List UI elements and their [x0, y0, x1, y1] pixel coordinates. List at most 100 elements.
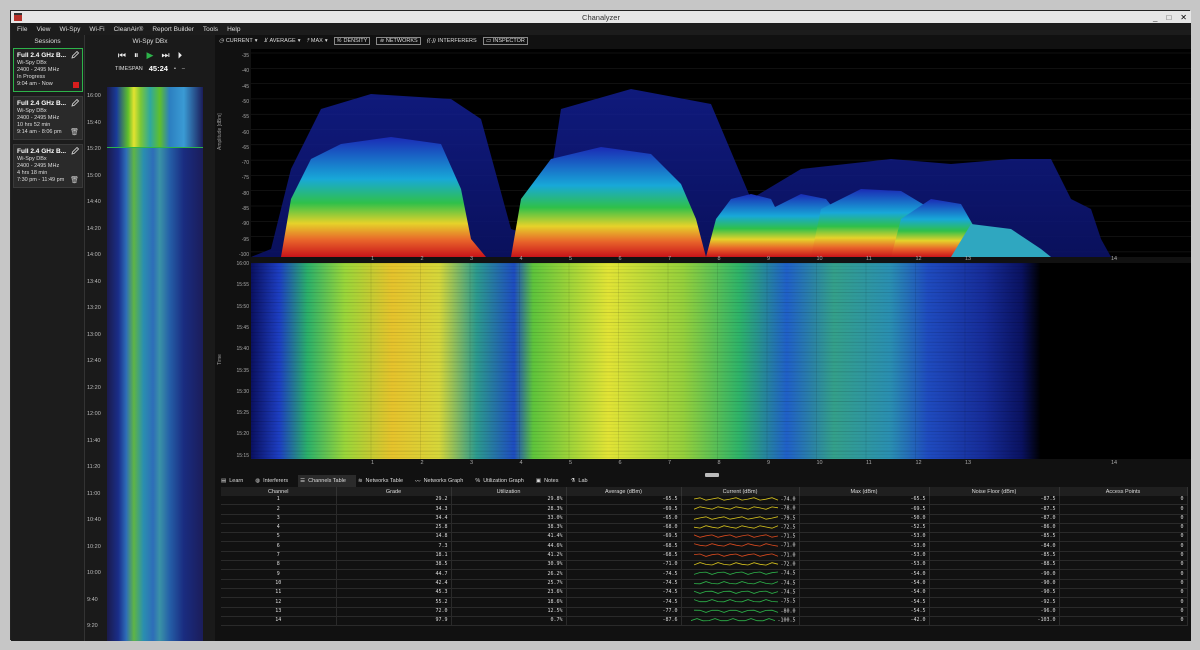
column-header[interactable]: Channel	[221, 487, 337, 496]
ch-cell: 9	[221, 569, 337, 580]
main-panel: ◷ CURRENT ▾ ⊻ AVERAGE ▾ ⤒ MAX ▾ % DENSITY ≋ N…	[215, 35, 1191, 641]
amplitude-tick: -70	[241, 160, 249, 167]
spectrum-density-chart[interactable]	[251, 49, 1191, 257]
column-header[interactable]: Utilization	[451, 487, 567, 496]
session-card[interactable]: Full 2.4 GHz B... Wi-Spy DBx 2400 - 2495…	[13, 96, 83, 140]
table-row[interactable]: 1 29.2 29.8% -65.5 -74.0 -65.5 -87.5 0	[221, 496, 1188, 506]
zoom-out-icon[interactable]: –	[182, 66, 185, 72]
tab-interferers[interactable]: ◍ Interferers	[253, 475, 298, 487]
time-tick: 15:20	[87, 146, 101, 152]
skip-forward-icon[interactable]: ⏵	[178, 50, 183, 61]
table-row[interactable]: 12 55.2 18.6% -74.5 -75.5 -54.5 -92.5 0	[221, 597, 1188, 608]
time-tick: 13:40	[87, 278, 101, 285]
menu-help[interactable]: Help	[227, 26, 240, 33]
zoom-in-icon[interactable]: •	[174, 66, 176, 72]
interferers-icon: ◍	[255, 478, 261, 484]
table-row[interactable]: 5 14.8 41.4% -69.5 -71.5 -53.0 -85.5 0	[221, 532, 1188, 543]
tab-notes[interactable]: ▣ Notes	[534, 475, 569, 487]
column-header[interactable]: Noise Floor (dBm)	[929, 487, 1060, 496]
pencil-icon[interactable]	[71, 147, 79, 155]
time-tick: 12:40	[87, 358, 101, 364]
session-card[interactable]: Full 2.4 GHz B... Wi-Spy DBx 2400 - 2495…	[13, 48, 83, 92]
pencil-icon[interactable]	[71, 99, 79, 107]
nf-cell: -87.5	[929, 504, 1060, 515]
networks-toggle[interactable]: ≋ NETWORKS	[376, 37, 421, 45]
menu-report-builder[interactable]: Report Builder	[152, 26, 194, 33]
table-row[interactable]: 10 42.4 25.7% -74.5 -74.5 -54.0 -90.0 0	[221, 579, 1188, 589]
time-tick: 10:00	[87, 570, 101, 576]
table-row[interactable]: 6 7.3 44.6% -68.5 -71.0 -53.0 -84.0 0	[221, 541, 1188, 552]
table-row[interactable]: 13 72.0 12.5% -77.0 -80.0 -54.5 -96.0 0	[221, 607, 1188, 617]
table-row[interactable]: 2 34.3 28.3% -69.5 -78.0 -69.5 -87.5 0	[221, 504, 1188, 515]
table-row[interactable]: 8 38.5 30.9% -71.0 -72.0 -53.0 -88.5 0	[221, 560, 1188, 571]
average-toggle[interactable]: ⊻ AVERAGE ▾	[263, 38, 300, 44]
ch-cell: 12	[221, 597, 337, 608]
menu-tools[interactable]: Tools	[203, 26, 218, 33]
session-card[interactable]: Full 2.4 GHz B... Wi-Spy DBx 2400 - 2495…	[13, 144, 83, 188]
current-sparkline	[694, 525, 779, 529]
tab-networks-table[interactable]: ≋ Networks Table	[356, 475, 413, 487]
ch-cell: 11	[221, 588, 337, 599]
skip-back-icon[interactable]: ⏮	[118, 50, 126, 61]
channel-tick: 10	[816, 460, 823, 466]
avg-cell: -65.0	[566, 514, 682, 524]
current-cell: -80.0	[681, 607, 800, 617]
minimize-button[interactable]: _	[1153, 13, 1157, 22]
menu-view[interactable]: View	[36, 26, 50, 33]
current-sparkline	[694, 515, 779, 520]
inspector-toggle[interactable]: ▭ INSPECTOR	[482, 37, 528, 45]
time-tick: 10:40	[87, 517, 101, 523]
maximize-button[interactable]: □	[1166, 13, 1171, 22]
menu-file[interactable]: File	[17, 26, 27, 33]
pencil-icon[interactable]	[71, 51, 79, 59]
inspector-icon: ▭	[485, 38, 491, 44]
table-row[interactable]: 11 45.3 23.6% -74.5 -74.5 -54.0 -90.5 0	[221, 588, 1188, 599]
pause-icon[interactable]: ⏸	[134, 50, 139, 61]
column-header[interactable]: Average (dBm)	[566, 487, 682, 496]
notes-icon: ▣	[535, 478, 542, 484]
trash-icon[interactable]: 🗑	[70, 177, 79, 184]
column-header[interactable]: Access Points	[1059, 487, 1188, 496]
amplitude-tick: -75	[241, 175, 249, 182]
tab-networks-graph[interactable]: 〰 Networks Graph	[413, 475, 473, 487]
tab-lab[interactable]: ⚗ Lab	[568, 475, 597, 487]
tab-channels-table[interactable]: ☰ Channels Table	[298, 475, 356, 487]
table-row[interactable]: 14 97.9 0.7% -87.6 -100.5 -42.0 -103.0 0	[221, 616, 1188, 627]
column-header[interactable]: Current (dBm)	[681, 487, 800, 496]
play-icon[interactable]: ▶	[147, 50, 154, 61]
channel-tick: 11	[866, 256, 872, 262]
column-header[interactable]: Grade	[336, 487, 452, 496]
stop-recording-icon[interactable]	[73, 82, 79, 88]
menu-wifi[interactable]: Wi-Fi	[89, 26, 104, 33]
ap-cell: 0	[1059, 569, 1188, 580]
time-tick: 9:40	[87, 596, 98, 603]
channel-tick: 3	[470, 256, 474, 262]
tab-utilization-graph[interactable]: % Utilization Graph	[473, 475, 534, 487]
table-row[interactable]: 9 44.7 26.2% -74.5 -74.5 -54.0 -90.0 0	[221, 569, 1188, 580]
amplitude-tick: -50	[241, 98, 249, 105]
max-toggle[interactable]: ⤒ MAX ▾	[306, 38, 327, 45]
selection-line[interactable]	[107, 147, 203, 148]
interferers-toggle[interactable]: ((·)) INTERFERERS	[427, 38, 477, 44]
sparkline-path	[694, 515, 779, 520]
close-button[interactable]: ✕	[1180, 13, 1187, 22]
fast-forward-icon[interactable]: ⏭	[161, 50, 169, 61]
menu-wispy[interactable]: Wi-Spy	[59, 26, 80, 33]
mini-waterfall[interactable]	[107, 87, 203, 641]
trash-icon[interactable]: 🗑	[70, 129, 79, 136]
time-tick: 15:15	[236, 452, 249, 459]
avg-cell: -71.0	[566, 560, 682, 571]
amplitude-tick: -85	[241, 206, 249, 212]
column-header[interactable]: Max (dBm)	[799, 487, 930, 496]
table-row[interactable]: 7 18.1 41.2% -68.5 -71.0 -53.0 -85.5 0	[221, 551, 1188, 562]
mini-waterfall-selection[interactable]	[107, 87, 203, 147]
table-row[interactable]: 4 25.8 38.3% -68.0 -72.5 -52.5 -86.0 0	[221, 523, 1188, 534]
current-toggle[interactable]: ◷ CURRENT ▾	[219, 38, 257, 44]
table-row[interactable]: 3 34.4 33.0% -65.0 -79.5 -50.0 -87.0 0	[221, 514, 1188, 524]
menu-cleanair[interactable]: CleanAir®	[114, 26, 144, 33]
tab-learn[interactable]: ▤ Learn	[219, 475, 253, 487]
waterfall-chart[interactable]	[251, 263, 1191, 459]
view-toolbar: ◷ CURRENT ▾ ⊻ AVERAGE ▾ ⤒ MAX ▾ % DENSITY ≋ N…	[215, 35, 1191, 47]
density-toggle[interactable]: % DENSITY	[333, 37, 371, 45]
wifi-icon: ≋	[357, 478, 363, 484]
